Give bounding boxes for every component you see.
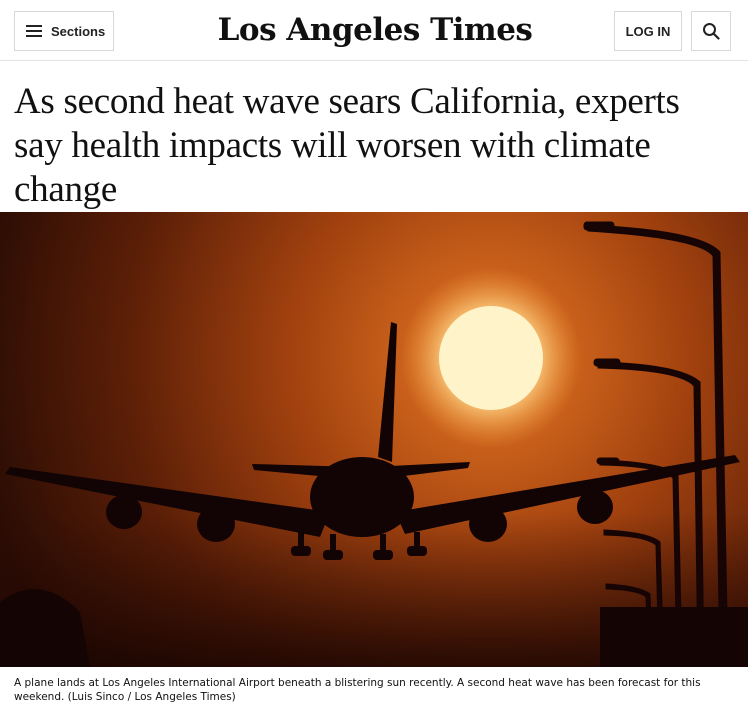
hero-image [0, 212, 748, 667]
hamburger-icon [26, 25, 42, 37]
search-icon [703, 23, 720, 40]
sections-button[interactable]: Sections [14, 11, 114, 51]
search-button[interactable] [691, 11, 731, 51]
sections-label: Sections [51, 23, 106, 39]
image-caption: A plane lands at Los Angeles Internation… [14, 677, 701, 703]
site-header: Sections Los Angeles Times LOG IN [0, 0, 748, 61]
login-button[interactable]: LOG IN [614, 11, 682, 51]
plane-sunset-photo [0, 212, 748, 667]
site-logo[interactable]: Los Angeles Times [190, 9, 560, 51]
article-headline: As second heat wave sears California, ex… [14, 81, 680, 210]
